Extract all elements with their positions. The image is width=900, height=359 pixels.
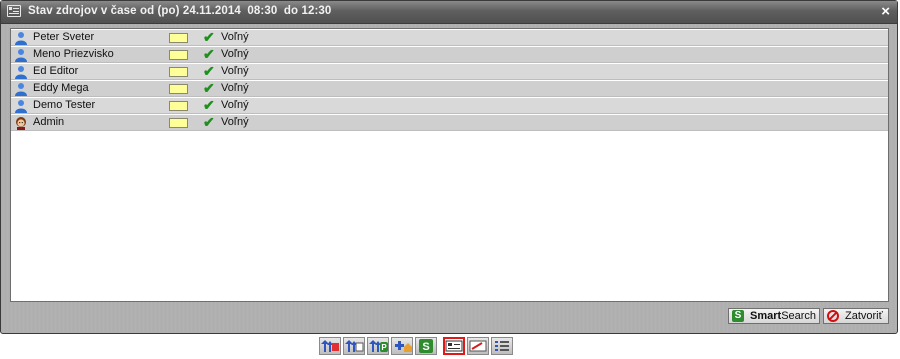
up-arrows-doc-icon xyxy=(345,340,364,352)
taskbar-item-up-doc[interactable] xyxy=(343,337,365,355)
card-icon xyxy=(469,340,487,352)
resource-status-window: Stav zdrojov v čase od (po) 24.11.2014 0… xyxy=(0,0,898,334)
availability-swatch xyxy=(169,50,188,60)
resource-row[interactable]: Meno Priezvisko ✔ Voľný xyxy=(11,46,888,63)
check-icon: ✔ xyxy=(203,97,215,113)
svg-text:P: P xyxy=(381,343,387,352)
close-icon[interactable]: × xyxy=(881,3,890,21)
resource-name: Meno Priezvisko xyxy=(33,48,114,60)
taskbar-item-up-red[interactable] xyxy=(319,337,341,355)
availability-swatch xyxy=(169,118,188,128)
taskbar-item-card[interactable] xyxy=(467,337,489,355)
resource-row[interactable]: Admin ✔ Voľný xyxy=(11,114,888,131)
availability-swatch xyxy=(169,101,188,111)
list-icon xyxy=(495,341,509,351)
resource-status-icon xyxy=(445,340,463,352)
smartsearch-button[interactable]: S SmartSearch xyxy=(728,308,820,324)
resource-status: Voľný xyxy=(221,31,249,43)
cross-house-icon xyxy=(395,341,412,352)
availability-swatch xyxy=(169,67,188,77)
smartsearch-label-bold: Smart xyxy=(750,310,782,322)
taskbar-item-cross-house[interactable] xyxy=(391,337,413,355)
taskbar-item-list[interactable] xyxy=(491,337,513,355)
smartsearch-label-rest: Search xyxy=(781,310,817,322)
check-icon: ✔ xyxy=(203,29,215,45)
smartsearch-s-icon: S xyxy=(732,310,744,322)
check-icon: ✔ xyxy=(203,80,215,96)
title-bar[interactable]: Stav zdrojov v čase od (po) 24.11.2014 0… xyxy=(1,1,897,24)
resource-name: Ed Editor xyxy=(33,65,79,77)
availability-swatch xyxy=(169,84,188,94)
prohibited-icon xyxy=(827,310,839,322)
check-icon: ✔ xyxy=(203,46,215,62)
user-icon xyxy=(15,32,27,45)
resource-name: Admin xyxy=(33,116,65,128)
admin-avatar-icon xyxy=(16,117,26,130)
resource-row[interactable]: Demo Tester ✔ Voľný xyxy=(11,97,888,114)
taskbar-item-smartsearch[interactable]: S xyxy=(415,337,437,355)
check-icon: ✔ xyxy=(203,114,215,130)
taskbar-item-up-parking[interactable]: P xyxy=(367,337,389,355)
user-icon xyxy=(15,83,27,96)
svg-text:S: S xyxy=(422,341,429,353)
resource-name: Eddy Mega xyxy=(33,82,89,94)
resource-name: Demo Tester xyxy=(33,99,96,111)
user-icon xyxy=(15,100,27,113)
resource-status: Voľný xyxy=(221,99,249,111)
availability-swatch xyxy=(169,33,188,43)
close-button[interactable]: Zatvoriť xyxy=(823,308,889,324)
taskbar-item-resource-status[interactable] xyxy=(443,337,465,355)
resource-row[interactable]: Ed Editor ✔ Voľný xyxy=(11,63,888,80)
resource-row[interactable]: Eddy Mega ✔ Voľný xyxy=(11,80,888,97)
up-arrows-parking-icon: P xyxy=(369,340,388,352)
window-card-icon xyxy=(7,5,21,17)
resource-row[interactable]: Peter Sveter ✔ Voľný xyxy=(11,29,888,46)
check-icon: ✔ xyxy=(203,63,215,79)
up-arrows-red-icon xyxy=(321,340,339,352)
window-title: Stav zdrojov v čase od (po) 24.11.2014 0… xyxy=(28,5,332,17)
resource-status: Voľný xyxy=(221,82,249,94)
resource-status: Voľný xyxy=(221,48,249,60)
user-icon xyxy=(15,49,27,62)
close-button-label: Zatvoriť xyxy=(845,310,883,322)
resource-list: Peter Sveter ✔ Voľný Meno Priezvisko ✔ Voľný E… xyxy=(10,28,889,302)
resource-status: Voľný xyxy=(221,116,249,128)
smartsearch-s-icon: S xyxy=(419,339,433,353)
resource-name: Peter Sveter xyxy=(33,31,95,43)
user-icon xyxy=(15,66,27,79)
resource-status: Voľný xyxy=(221,65,249,77)
taskbar: P S xyxy=(319,337,513,356)
